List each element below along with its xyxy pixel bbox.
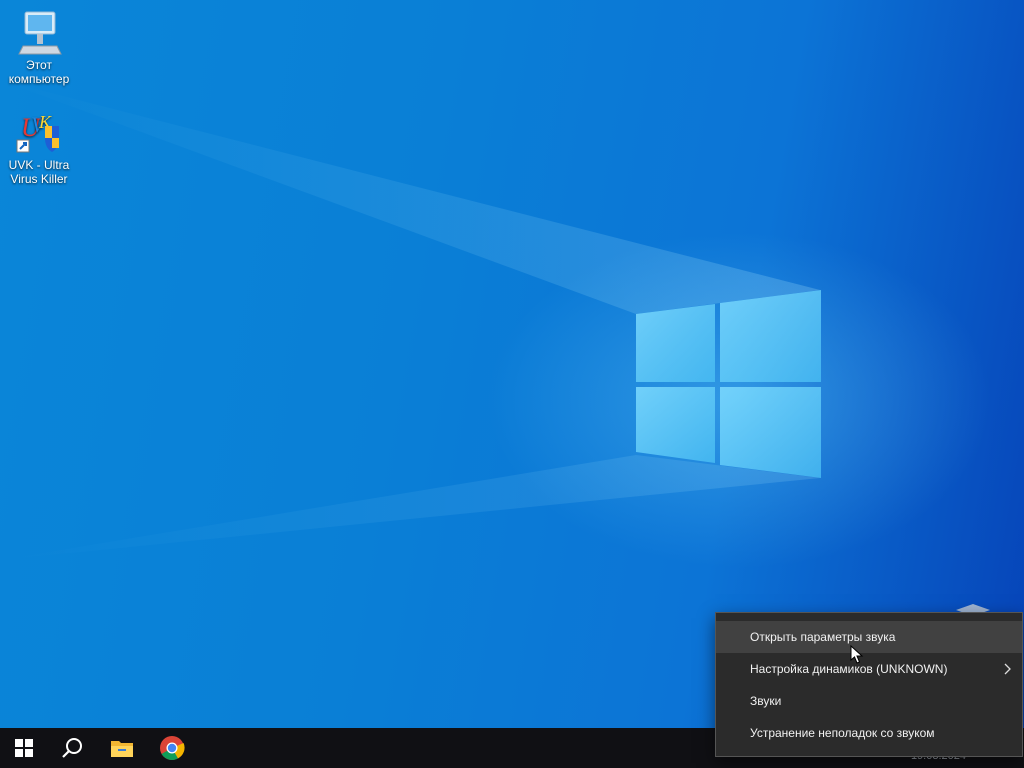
chrome-icon [160, 736, 185, 761]
file-explorer-icon [111, 741, 133, 757]
desktop-icon-label: UVK - Ultra Virus Killer [8, 158, 70, 186]
menu-item-label: Звуки [750, 694, 782, 708]
mouse-cursor-icon [850, 645, 864, 664]
menu-item-speaker-setup[interactable]: Настройка динамиков (UNKNOWN) [716, 653, 1022, 685]
menu-item-open-sound-settings[interactable]: Открыть параметры звука [716, 621, 1022, 653]
menu-item-label: Открыть параметры звука [750, 630, 896, 644]
chrome-button[interactable] [148, 728, 196, 768]
menu-item-troubleshoot-sound[interactable]: Устранение неполадок со звуком [716, 717, 1022, 749]
start-icon [15, 739, 33, 757]
desktop-icon-this-pc[interactable]: Этот компьютер [0, 8, 78, 86]
file-explorer-button[interactable] [98, 728, 146, 768]
uvk-icon: U V K [15, 108, 63, 156]
this-pc-icon [15, 8, 63, 56]
search-button[interactable] [48, 728, 96, 768]
menu-item-label: Устранение неполадок со звуком [750, 726, 935, 740]
chevron-right-icon [1002, 653, 1014, 685]
menu-item-label: Настройка динамиков (UNKNOWN) [750, 662, 948, 676]
desktop-icon-uvk[interactable]: U V K UVK - Ultra Virus Killer [0, 108, 78, 186]
menu-item-sounds[interactable]: Звуки [716, 685, 1022, 717]
start-button[interactable] [0, 728, 48, 768]
sound-context-menu: Открыть параметры звука Настройка динами… [715, 612, 1023, 757]
desktop-icon-label: Этот компьютер [8, 58, 70, 86]
search-icon [62, 738, 82, 758]
